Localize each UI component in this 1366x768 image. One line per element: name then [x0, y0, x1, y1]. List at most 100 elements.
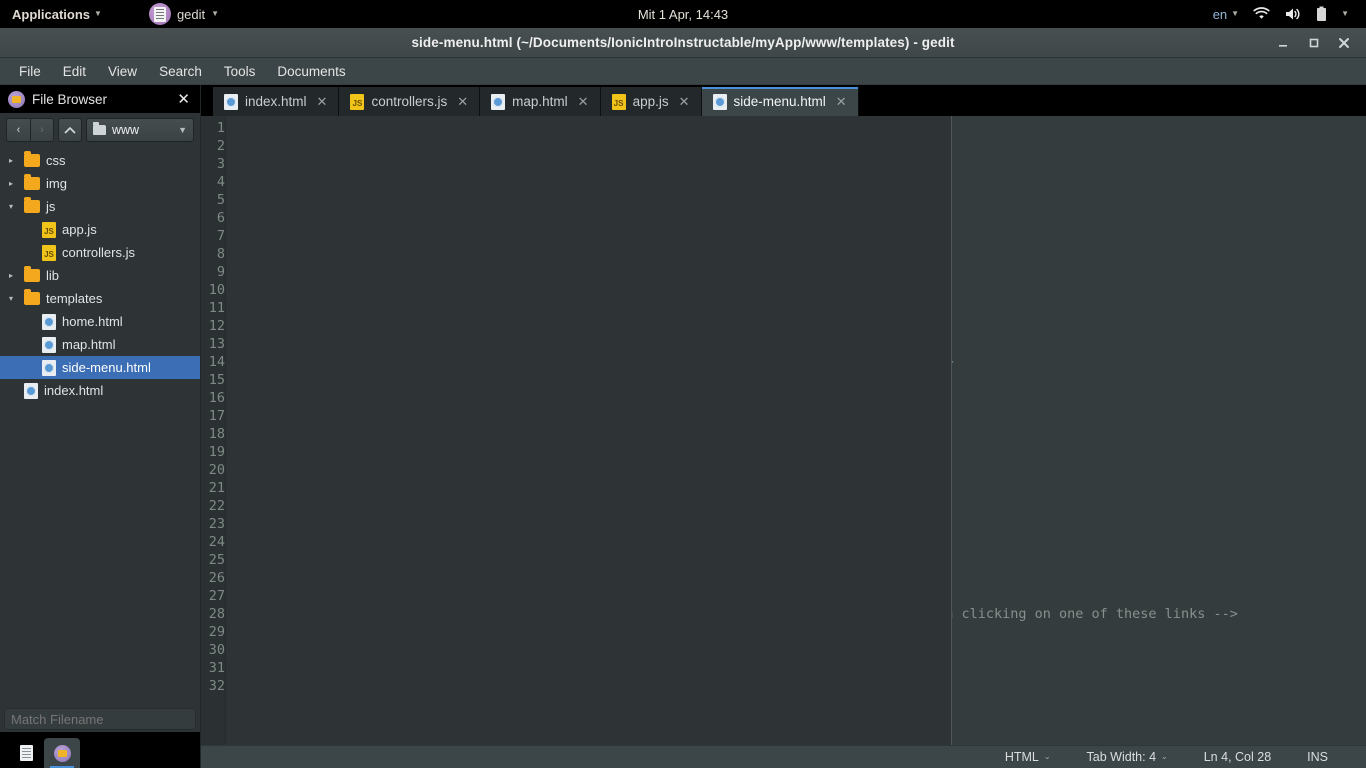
wifi-icon[interactable]: [1246, 0, 1277, 28]
menu-documents[interactable]: Documents: [266, 58, 356, 85]
twisty-expanded-icon[interactable]: ▾: [4, 202, 18, 211]
code-token: >: [718, 624, 726, 640]
code-token: </ion-nav-buttons>: [230, 390, 441, 406]
code-line: [226, 731, 1366, 745]
location-label: www: [112, 123, 139, 137]
close-icon[interactable]: ✕: [836, 94, 847, 110]
close-button[interactable]: [1336, 35, 1352, 51]
tree-item-lib[interactable]: ▸lib: [0, 264, 200, 287]
menu-file[interactable]: File: [8, 58, 52, 85]
close-icon[interactable]: ✕: [679, 94, 690, 110]
editor-viewport: 1234567891011121314151617181920212223242…: [201, 116, 1366, 745]
gedit-icon: [149, 3, 171, 25]
html-file-icon: [42, 360, 56, 376]
html-file-icon: [713, 94, 727, 110]
menu-view[interactable]: View: [97, 58, 148, 85]
tree-item-side-menu-html[interactable]: side-menu.html: [0, 356, 200, 379]
line-number: 11: [201, 299, 225, 317]
chevron-down-icon: ▼: [211, 10, 219, 18]
tab-map-html[interactable]: map.html✕: [480, 87, 600, 116]
code-token: "bar-positive": [433, 264, 547, 280]
code-line: <ion-content>: [226, 569, 1366, 587]
code-token: <a: [230, 624, 336, 640]
tab-app-js[interactable]: JSapp.js✕: [601, 87, 702, 116]
tab-index-html[interactable]: index.html ✕: [213, 87, 339, 116]
html-file-icon: [42, 314, 56, 330]
tab-label: index.html: [245, 94, 307, 109]
close-icon[interactable]: ✕: [317, 94, 328, 110]
tree-item-app-js[interactable]: JSapp.js: [0, 218, 200, 241]
window-titlebar: side-menu.html (~/Documents/IonicIntroIn…: [0, 28, 1366, 58]
location-combobox[interactable]: www ▼: [86, 118, 194, 142]
menu-edit[interactable]: Edit: [52, 58, 97, 85]
menu-search[interactable]: Search: [148, 58, 213, 85]
twisty-collapsed-icon[interactable]: ▸: [4, 156, 18, 165]
twisty-collapsed-icon[interactable]: ▸: [4, 179, 18, 188]
line-number: 31: [201, 659, 225, 677]
code-line: <ion-side-menus enable-menu-with-back-vi…: [226, 209, 1366, 227]
gedit-app-menu[interactable]: gedit ▼: [141, 0, 227, 28]
folder-icon: [24, 292, 40, 305]
volume-icon[interactable]: [1277, 0, 1309, 28]
applications-menu[interactable]: Applications ▼: [0, 0, 111, 28]
code-token: Left Menu: [441, 534, 514, 550]
line-number: 30: [201, 641, 225, 659]
match-filename-input[interactable]: [4, 708, 196, 730]
tree-item-label: side-menu.html: [62, 360, 151, 375]
tree-item-home-html[interactable]: home.html: [0, 310, 200, 333]
tree-item-controllers-js[interactable]: JScontrollers.js: [0, 241, 200, 264]
file-browser-header: File Browser ✕: [0, 85, 200, 113]
tab-controllers-js[interactable]: JScontrollers.js✕: [339, 87, 480, 116]
tree-item-img[interactable]: ▸img: [0, 172, 200, 195]
code-token: </a>: [799, 660, 832, 676]
system-menu-caret[interactable]: ▼: [1334, 0, 1356, 28]
forward-button[interactable]: ›: [30, 118, 54, 142]
tab-side-menu-html[interactable]: side-menu.html✕: [702, 87, 859, 116]
tree-item-templates[interactable]: ▾templates: [0, 287, 200, 310]
line-number: 10: [201, 281, 225, 299]
go-up-button[interactable]: [58, 118, 82, 142]
code-token: "left": [425, 498, 474, 514]
code-line: </ul>: [226, 677, 1366, 695]
code-token: <ion-side-menu: [230, 498, 384, 514]
minimize-button[interactable]: [1276, 35, 1292, 51]
tree-item-css[interactable]: ▸css: [0, 149, 200, 172]
code-line: </ion-header-bar>: [226, 551, 1366, 569]
code-token: >: [547, 264, 555, 280]
file-browser-tab[interactable]: [44, 738, 80, 768]
close-icon[interactable]: ✕: [175, 92, 192, 107]
code-line: <h1 class="title">Left Menu</h1>: [226, 533, 1366, 551]
maximize-button[interactable]: [1306, 35, 1322, 51]
code-token: "left": [474, 336, 523, 352]
code-text-view[interactable]: <!-- the side menu --><ion-side-menus en…: [226, 116, 1366, 745]
code-token: >: [474, 498, 482, 514]
insert-mode-indicator[interactable]: INS: [1289, 750, 1346, 764]
chevron-down-icon: ▼: [1341, 10, 1349, 18]
close-icon[interactable]: ✕: [578, 94, 589, 110]
tree-item-index-html[interactable]: index.html: [0, 379, 200, 402]
battery-icon[interactable]: [1309, 0, 1334, 28]
tree-item-js[interactable]: ▾js: [0, 195, 200, 218]
twisty-expanded-icon[interactable]: ▾: [4, 294, 18, 303]
code-line: </button>: [226, 371, 1366, 389]
folder-icon: [24, 154, 40, 167]
code-token: class=: [376, 354, 425, 370]
back-button[interactable]: ‹: [6, 118, 30, 142]
code-token: side=: [433, 336, 474, 352]
line-number: 12: [201, 317, 225, 335]
menu-tools[interactable]: Tools: [213, 58, 267, 85]
code-token: "list": [376, 588, 425, 604]
code-token: "item": [571, 660, 620, 676]
tree-item-map-html[interactable]: map.html: [0, 333, 200, 356]
tab-width-selector[interactable]: Tab Width: 4 ⌄: [1069, 750, 1186, 764]
line-number-gutter: 1234567891011121314151617181920212223242…: [201, 116, 226, 745]
keyboard-layout-indicator[interactable]: en ▼: [1206, 0, 1246, 28]
close-icon[interactable]: ✕: [457, 94, 468, 110]
documents-tab[interactable]: [8, 738, 44, 768]
twisty-collapsed-icon[interactable]: ▸: [4, 271, 18, 280]
code-line: </ion-nav-bar>: [226, 407, 1366, 425]
js-file-icon: JS: [42, 222, 56, 238]
language-selector[interactable]: HTML ⌄: [987, 750, 1069, 764]
file-tree[interactable]: ▸css▸img▾jsJSapp.jsJScontrollers.js▸lib▾…: [0, 147, 200, 705]
code-token: </a>: [620, 642, 653, 658]
